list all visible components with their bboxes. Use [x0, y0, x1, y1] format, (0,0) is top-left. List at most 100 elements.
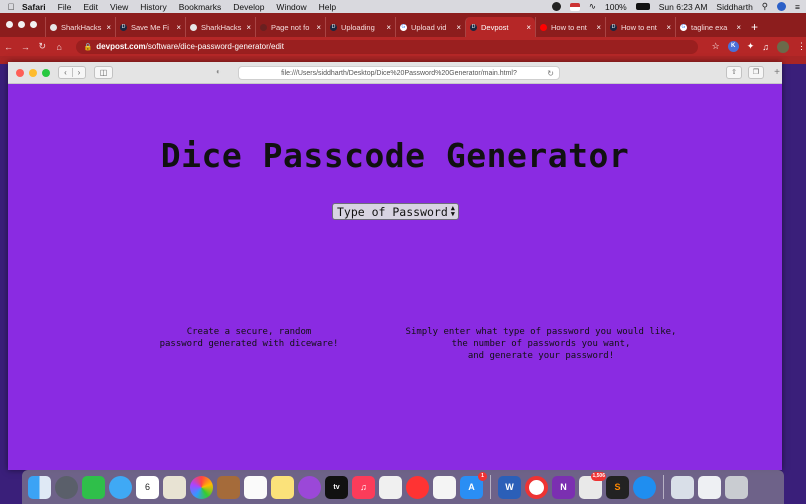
privacy-shield-icon[interactable]: ◐: [216, 67, 221, 76]
trash-icon[interactable]: [725, 475, 748, 499]
tab-close-icon[interactable]: ×: [386, 23, 391, 32]
reload-icon[interactable]: ↻: [34, 41, 51, 52]
chrome-minimize-button[interactable]: [18, 21, 25, 28]
back-icon[interactable]: ←: [0, 42, 17, 52]
chrome-tab[interactable]: SharkHacks ×: [185, 17, 255, 37]
tab-close-icon[interactable]: ×: [176, 23, 181, 32]
news-icon[interactable]: [406, 475, 429, 499]
safari-close-button[interactable]: [16, 68, 24, 77]
lock-icon[interactable]: 🔒: [84, 43, 93, 51]
chrome-tab[interactable]: Gtagline exa ×: [675, 17, 745, 37]
chrome-menu-icon[interactable]: ⋮: [797, 41, 806, 52]
wifi-icon[interactable]: ∿: [589, 1, 596, 12]
home-icon[interactable]: ⌂: [51, 42, 68, 52]
tab-close-icon[interactable]: ×: [106, 23, 111, 32]
contacts-icon[interactable]: [217, 475, 240, 499]
tab-close-icon[interactable]: ×: [526, 23, 531, 32]
documents-folder-icon[interactable]: [671, 475, 694, 499]
safari-new-tab-icon[interactable]: +: [774, 67, 780, 78]
safari-forward-icon[interactable]: ›: [72, 68, 85, 77]
menu-window[interactable]: Window: [276, 2, 306, 12]
safari-dock-icon[interactable]: [633, 475, 656, 499]
calendar-icon[interactable]: 6: [136, 475, 159, 499]
safari-back-icon[interactable]: ‹: [59, 68, 72, 77]
chrome-tab[interactable]: D How to ent ×: [605, 17, 675, 37]
tab-overview-icon[interactable]: ❐: [748, 66, 764, 79]
menu-edit[interactable]: Edit: [83, 2, 98, 12]
app-store-icon[interactable]: A1: [460, 471, 487, 499]
chrome-icon[interactable]: [525, 475, 548, 499]
safari-zoom-button[interactable]: [42, 68, 50, 77]
calendar-day: 6: [144, 482, 150, 492]
chrome-tab[interactable]: D Uploading ×: [325, 17, 395, 37]
chrome-tab[interactable]: How to ent ×: [535, 17, 605, 37]
menu-file[interactable]: File: [58, 2, 72, 12]
apple-tv-icon[interactable]: tv: [325, 475, 348, 499]
word-icon[interactable]: W: [498, 475, 521, 499]
profile-avatar[interactable]: [777, 40, 789, 53]
spotlight-search-icon[interactable]: ⚲: [762, 1, 768, 12]
sublime-text-icon[interactable]: S: [606, 475, 629, 499]
safari-reload-icon[interactable]: ↻: [547, 69, 554, 78]
safari-minimize-button[interactable]: [29, 68, 37, 77]
downloads-folder-icon[interactable]: [698, 475, 721, 499]
finder-icon[interactable]: [28, 475, 51, 499]
reminders-icon[interactable]: [244, 475, 267, 499]
chrome-tab[interactable]: G Upload vid ×: [395, 17, 465, 37]
safari-address-bar[interactable]: file:///Users/siddharth/Desktop/Dice%20P…: [238, 66, 560, 80]
safari-toolbar-right: ⇧ ❐: [726, 66, 764, 79]
podcasts-icon[interactable]: [298, 475, 321, 499]
new-tab-button[interactable]: +: [751, 20, 758, 37]
battery-icon[interactable]: [635, 3, 650, 10]
extensions-puzzle-icon[interactable]: ✦: [747, 41, 755, 52]
password-type-select[interactable]: Type of Password ▲ ▼: [332, 203, 459, 220]
menu-develop[interactable]: Develop: [233, 2, 264, 12]
tab-close-icon[interactable]: ×: [666, 23, 671, 32]
bookmark-star-icon[interactable]: ☆: [712, 41, 720, 52]
chrome-tab-label: SharkHacks: [201, 22, 242, 32]
tab-close-icon[interactable]: ×: [596, 23, 601, 32]
keynote-icon[interactable]: [433, 475, 456, 499]
menu-help[interactable]: Help: [319, 2, 336, 12]
chrome-zoom-button[interactable]: [30, 21, 37, 28]
chrome-address-bar[interactable]: 🔒 devpost.com /software/dice-password-ge…: [75, 39, 698, 54]
facetime-icon[interactable]: [82, 475, 105, 499]
sidebar-toggle-icon[interactable]: ◫: [94, 66, 113, 79]
chrome-tab-label: Page not fo: [271, 22, 310, 32]
photos-icon[interactable]: [190, 475, 213, 499]
tab-close-icon[interactable]: ×: [456, 23, 461, 32]
tab-close-icon[interactable]: ×: [246, 23, 251, 32]
chrome-tab[interactable]: SharkHacks ×: [45, 17, 115, 37]
menubar-clock[interactable]: Sun 6:23 AM: [659, 2, 708, 12]
menu-bookmarks[interactable]: Bookmarks: [179, 2, 222, 12]
tab-close-icon[interactable]: ×: [316, 23, 321, 32]
cc-status-icon[interactable]: [551, 2, 561, 11]
chrome-tab[interactable]: D Save Me Fi ×: [115, 17, 185, 37]
numbers-icon[interactable]: [379, 475, 402, 499]
messages-icon[interactable]: [109, 475, 132, 499]
preview-icon[interactable]: [163, 475, 186, 499]
tab-close-icon[interactable]: ×: [736, 23, 741, 32]
flag-input-icon[interactable]: [569, 2, 580, 11]
siri-icon[interactable]: [777, 2, 787, 11]
preview-app-icon[interactable]: 1,506: [579, 471, 606, 499]
forward-icon[interactable]: →: [17, 42, 34, 52]
chrome-tab[interactable]: Page not fo ×: [255, 17, 325, 37]
chrome-tab-active[interactable]: D Devpost ×: [465, 17, 535, 37]
extension-k-icon[interactable]: K: [727, 41, 739, 52]
onenote-icon[interactable]: N: [552, 475, 575, 499]
music-icon[interactable]: ♫: [352, 475, 375, 499]
chrome-tab-label: SharkHacks: [61, 22, 102, 32]
apple-menu-icon[interactable]: : [0, 2, 22, 12]
notes-icon[interactable]: [271, 475, 294, 499]
media-control-icon[interactable]: ♫: [762, 42, 769, 52]
menu-view[interactable]: View: [110, 2, 128, 12]
share-icon[interactable]: ⇧: [726, 66, 742, 79]
menubar-user[interactable]: Siddharth: [716, 2, 752, 12]
menu-history[interactable]: History: [140, 2, 166, 12]
launchpad-icon[interactable]: [55, 475, 78, 499]
control-center-icon[interactable]: ≡: [795, 2, 800, 12]
menu-safari[interactable]: Safari: [22, 2, 46, 12]
web-page-content: Dice Passcode Generator Type of Password…: [8, 84, 782, 470]
chrome-close-button[interactable]: [6, 21, 13, 28]
